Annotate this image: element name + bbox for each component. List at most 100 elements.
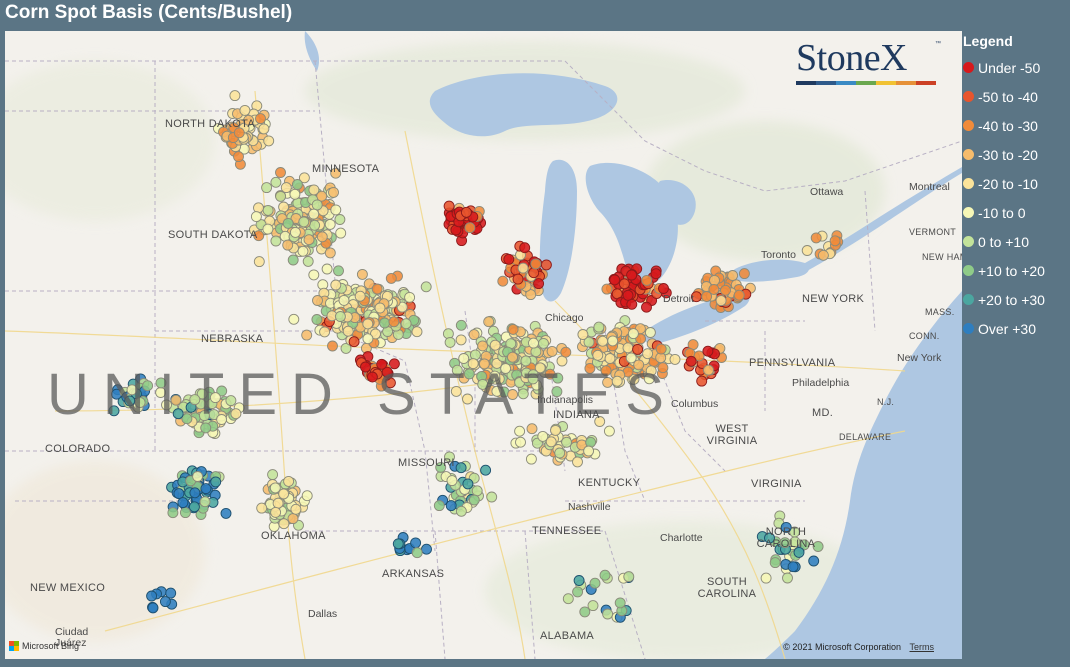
basis-point[interactable] xyxy=(147,602,159,614)
basis-point[interactable] xyxy=(177,497,189,509)
basis-point[interactable] xyxy=(460,206,472,218)
basis-point[interactable] xyxy=(262,223,274,235)
basis-point[interactable] xyxy=(641,274,653,286)
basis-point[interactable] xyxy=(483,316,495,328)
basis-point[interactable] xyxy=(515,436,526,448)
basis-point[interactable] xyxy=(303,234,315,246)
basis-point[interactable] xyxy=(562,593,574,605)
terms-link[interactable]: Terms xyxy=(910,642,935,652)
basis-point[interactable] xyxy=(760,572,772,584)
basis-point[interactable] xyxy=(392,538,404,550)
basis-point[interactable] xyxy=(538,337,549,349)
basis-point[interactable] xyxy=(455,334,467,346)
basis-point[interactable] xyxy=(371,283,383,295)
basis-point[interactable] xyxy=(577,329,589,340)
basis-point[interactable] xyxy=(379,317,391,329)
basis-point[interactable] xyxy=(374,302,386,314)
legend-item[interactable]: -20 to -10 xyxy=(963,169,1068,198)
basis-point[interactable] xyxy=(560,346,572,358)
basis-point[interactable] xyxy=(289,226,301,238)
basis-point[interactable] xyxy=(253,202,264,214)
basis-point[interactable] xyxy=(464,222,476,234)
basis-point[interactable] xyxy=(270,176,282,188)
basis-point[interactable] xyxy=(421,543,432,555)
legend-item[interactable]: 0 to +10 xyxy=(963,227,1068,256)
basis-point[interactable] xyxy=(462,478,474,490)
basis-point[interactable] xyxy=(715,295,727,307)
basis-point[interactable] xyxy=(592,349,604,361)
basis-point[interactable] xyxy=(644,327,656,338)
basis-point[interactable] xyxy=(607,335,619,347)
basis-point[interactable] xyxy=(335,227,347,239)
basis-point[interactable] xyxy=(641,301,652,313)
basis-point[interactable] xyxy=(497,275,509,287)
basis-point[interactable] xyxy=(455,319,467,331)
basis-point[interactable] xyxy=(312,295,323,306)
basis-point[interactable] xyxy=(308,269,320,281)
basis-point[interactable] xyxy=(316,231,328,243)
basis-point[interactable] xyxy=(311,314,323,325)
basis-point[interactable] xyxy=(324,218,336,230)
basis-point[interactable] xyxy=(275,190,287,202)
basis-point[interactable] xyxy=(342,325,354,337)
basis-point[interactable] xyxy=(583,445,595,457)
basis-point[interactable] xyxy=(572,456,583,468)
basis-point[interactable] xyxy=(400,318,412,330)
basis-point[interactable] xyxy=(302,255,314,267)
basis-point[interactable] xyxy=(328,186,339,198)
basis-point[interactable] xyxy=(288,313,300,325)
basis-point[interactable] xyxy=(256,502,268,514)
basis-point[interactable] xyxy=(597,335,609,347)
basis-point[interactable] xyxy=(250,211,262,223)
basis-point[interactable] xyxy=(262,204,274,216)
basis-point[interactable] xyxy=(601,283,613,295)
basis-point[interactable] xyxy=(333,265,344,277)
basis-point[interactable] xyxy=(334,311,346,322)
basis-point[interactable] xyxy=(627,328,639,340)
basis-point[interactable] xyxy=(561,436,573,448)
basis-point[interactable] xyxy=(385,272,397,284)
basis-point[interactable] xyxy=(433,500,445,512)
basis-point[interactable] xyxy=(173,488,185,500)
basis-point[interactable] xyxy=(297,245,309,257)
basis-point[interactable] xyxy=(275,167,286,178)
basis-point[interactable] xyxy=(410,537,422,549)
basis-point[interactable] xyxy=(572,586,584,598)
basis-point[interactable] xyxy=(708,283,720,295)
basis-point[interactable] xyxy=(308,184,320,196)
basis-point[interactable] xyxy=(702,345,714,357)
basis-point[interactable] xyxy=(720,284,731,296)
basis-point[interactable] xyxy=(525,453,537,465)
basis-point[interactable] xyxy=(486,491,498,503)
basis-point[interactable] xyxy=(727,270,739,281)
basis-point[interactable] xyxy=(622,342,634,354)
basis-point[interactable] xyxy=(239,104,251,116)
basis-point[interactable] xyxy=(319,326,331,338)
basis-point[interactable] xyxy=(338,294,350,306)
basis-point[interactable] xyxy=(530,258,542,270)
basis-point[interactable] xyxy=(471,485,483,497)
basis-point[interactable] xyxy=(614,597,626,609)
basis-point[interactable] xyxy=(589,577,601,589)
basis-point[interactable] xyxy=(528,337,539,349)
basis-point[interactable] xyxy=(301,490,313,502)
basis-point[interactable] xyxy=(554,447,566,459)
basis-point[interactable] xyxy=(455,505,467,517)
basis-point[interactable] xyxy=(330,204,342,216)
basis-point[interactable] xyxy=(324,247,336,259)
basis-point[interactable] xyxy=(445,500,457,512)
basis-point[interactable] xyxy=(685,355,697,367)
basis-point[interactable] xyxy=(200,483,212,495)
basis-point[interactable] xyxy=(192,471,204,482)
basis-point[interactable] xyxy=(609,274,621,286)
legend-item[interactable]: -30 to -20 xyxy=(963,140,1068,169)
basis-point[interactable] xyxy=(468,494,480,506)
basis-point[interactable] xyxy=(291,179,303,190)
basis-point[interactable] xyxy=(199,496,211,508)
basis-point[interactable] xyxy=(546,345,558,357)
basis-point[interactable] xyxy=(309,219,321,231)
basis-point[interactable] xyxy=(330,279,342,291)
basis-point[interactable] xyxy=(258,123,270,135)
basis-point[interactable] xyxy=(468,329,480,341)
basis-point[interactable] xyxy=(733,289,745,301)
